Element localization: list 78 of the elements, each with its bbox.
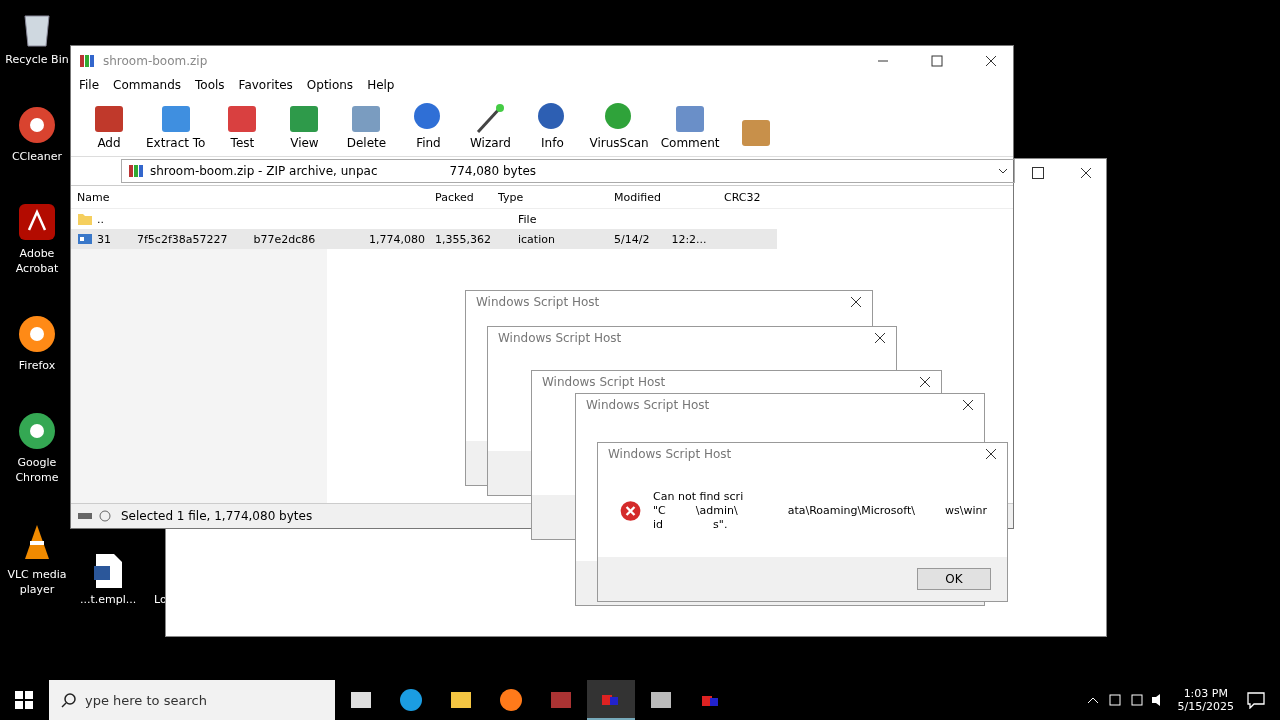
clock-date[interactable]: 5/15/2025	[1177, 700, 1234, 713]
file-type: ication	[517, 232, 555, 246]
clock-time[interactable]: 1:03 PM	[1183, 687, 1228, 700]
archive-icon	[128, 163, 144, 179]
toolbar-button[interactable]: Delete	[338, 98, 395, 152]
desktop-icon-label[interactable]: CCleaner	[11, 149, 63, 164]
column-header[interactable]: Modified	[614, 190, 724, 204]
toolbar-button[interactable]: Info	[524, 98, 581, 152]
search-field[interactable]: ype here to search	[49, 680, 335, 720]
desktop-icon-label[interactable]: Google Chrome	[0, 455, 74, 485]
modified-time: 12:2...	[671, 232, 707, 246]
window-title: shroom-boom.zip	[103, 54, 208, 68]
menu-item[interactable]: Commands	[113, 78, 182, 92]
file-name: ..	[97, 212, 104, 226]
status-text: Selected 1 file, 1,774,080 bytes	[121, 509, 313, 523]
error-message: s".	[713, 518, 728, 532]
file-name: 31	[97, 232, 111, 246]
dialog-title: Windows Script Host	[498, 331, 622, 345]
dialog-title: Windows Script Host	[586, 398, 710, 412]
app-icon	[499, 688, 523, 712]
dialog-title: Windows Script Host	[542, 375, 666, 389]
menu-item[interactable]: Options	[306, 78, 354, 92]
error-message: ata\Roaming\Microsoft\	[787, 504, 915, 518]
menu-item[interactable]: Favorites	[238, 78, 293, 92]
close-icon[interactable]	[919, 376, 931, 388]
file-type: File	[517, 212, 537, 226]
error-message: ws\winr	[945, 504, 987, 518]
toolbar-button[interactable]: Test	[214, 98, 271, 152]
close-icon[interactable]	[962, 399, 974, 411]
search-icon	[61, 692, 77, 708]
packed-size: 1,355,362	[435, 232, 491, 246]
toolbar-button[interactable]: Find	[400, 98, 457, 152]
desktop-icon-label[interactable]: VLC media player	[0, 567, 74, 597]
menu-item[interactable]: File	[79, 78, 100, 92]
desktop-icon-label[interactable]: Recycle Bin	[5, 52, 69, 67]
archive-icon	[79, 53, 95, 69]
close-icon[interactable]	[985, 55, 997, 67]
close-icon[interactable]	[850, 296, 862, 308]
desktop-icon-label[interactable]: ...t.empl...	[80, 592, 137, 607]
error-message: id	[653, 518, 664, 532]
column-header[interactable]: CRC32	[724, 190, 804, 204]
desktop-icon-label[interactable]: Adobe Acrobat	[0, 246, 74, 276]
path-field[interactable]: shroom-boom.zip - ZIP archive, unpac 774,080 bytes	[121, 159, 1015, 183]
file-icon	[77, 232, 93, 246]
toolbar-button[interactable]: Wizard	[462, 98, 519, 152]
desktop-icon-label[interactable]: Firefox	[18, 358, 56, 373]
menu-item[interactable]: Help	[367, 78, 395, 92]
maximize-icon[interactable]	[931, 55, 943, 67]
close-icon[interactable]	[874, 332, 886, 344]
toolbar-button[interactable]: View	[276, 98, 333, 152]
file-size: 1,774,080	[369, 232, 425, 246]
toolbar-button[interactable]: Add	[81, 98, 137, 152]
close-icon[interactable]	[1080, 167, 1092, 179]
notification-icon[interactable]	[1246, 691, 1266, 709]
column-header[interactable]: Type	[498, 190, 614, 204]
toolbar-button[interactable]: VirusScan	[586, 98, 652, 152]
error-message: Can not find scri	[653, 490, 744, 504]
file-name: 7f5c2f38a57227	[137, 232, 228, 246]
file-name: b77e2dc86	[253, 232, 316, 246]
column-header[interactable]: Name	[71, 190, 335, 204]
start-icon[interactable]	[15, 691, 33, 709]
file-row[interactable]: .. File	[71, 209, 777, 229]
maximize-icon[interactable]	[1032, 167, 1044, 179]
error-message: \admin\	[695, 504, 738, 518]
toolbar-button[interactable]: Extract To	[143, 98, 209, 152]
drive-key-icon	[77, 510, 113, 522]
dialog-title: Windows Script Host	[476, 295, 600, 309]
file-row[interactable]: 31 7f5c2f38a57227 b77e2dc86 1,774,080 1,355,362 ication 5/14/2 12:2...	[71, 229, 777, 249]
column-header[interactable]: Packed	[435, 190, 498, 204]
ok-button[interactable]: OK	[917, 568, 991, 590]
dropdown-caret-icon[interactable]	[998, 166, 1008, 176]
app-icon	[399, 688, 423, 712]
error-message: "C	[653, 504, 666, 518]
toolbar-button[interactable]: Comment	[657, 98, 723, 152]
modified-date: 5/14/2	[614, 232, 650, 246]
close-icon[interactable]	[985, 448, 997, 460]
dialog-title: Windows Script Host	[608, 447, 732, 461]
menu-item[interactable]: Tools	[195, 78, 225, 92]
